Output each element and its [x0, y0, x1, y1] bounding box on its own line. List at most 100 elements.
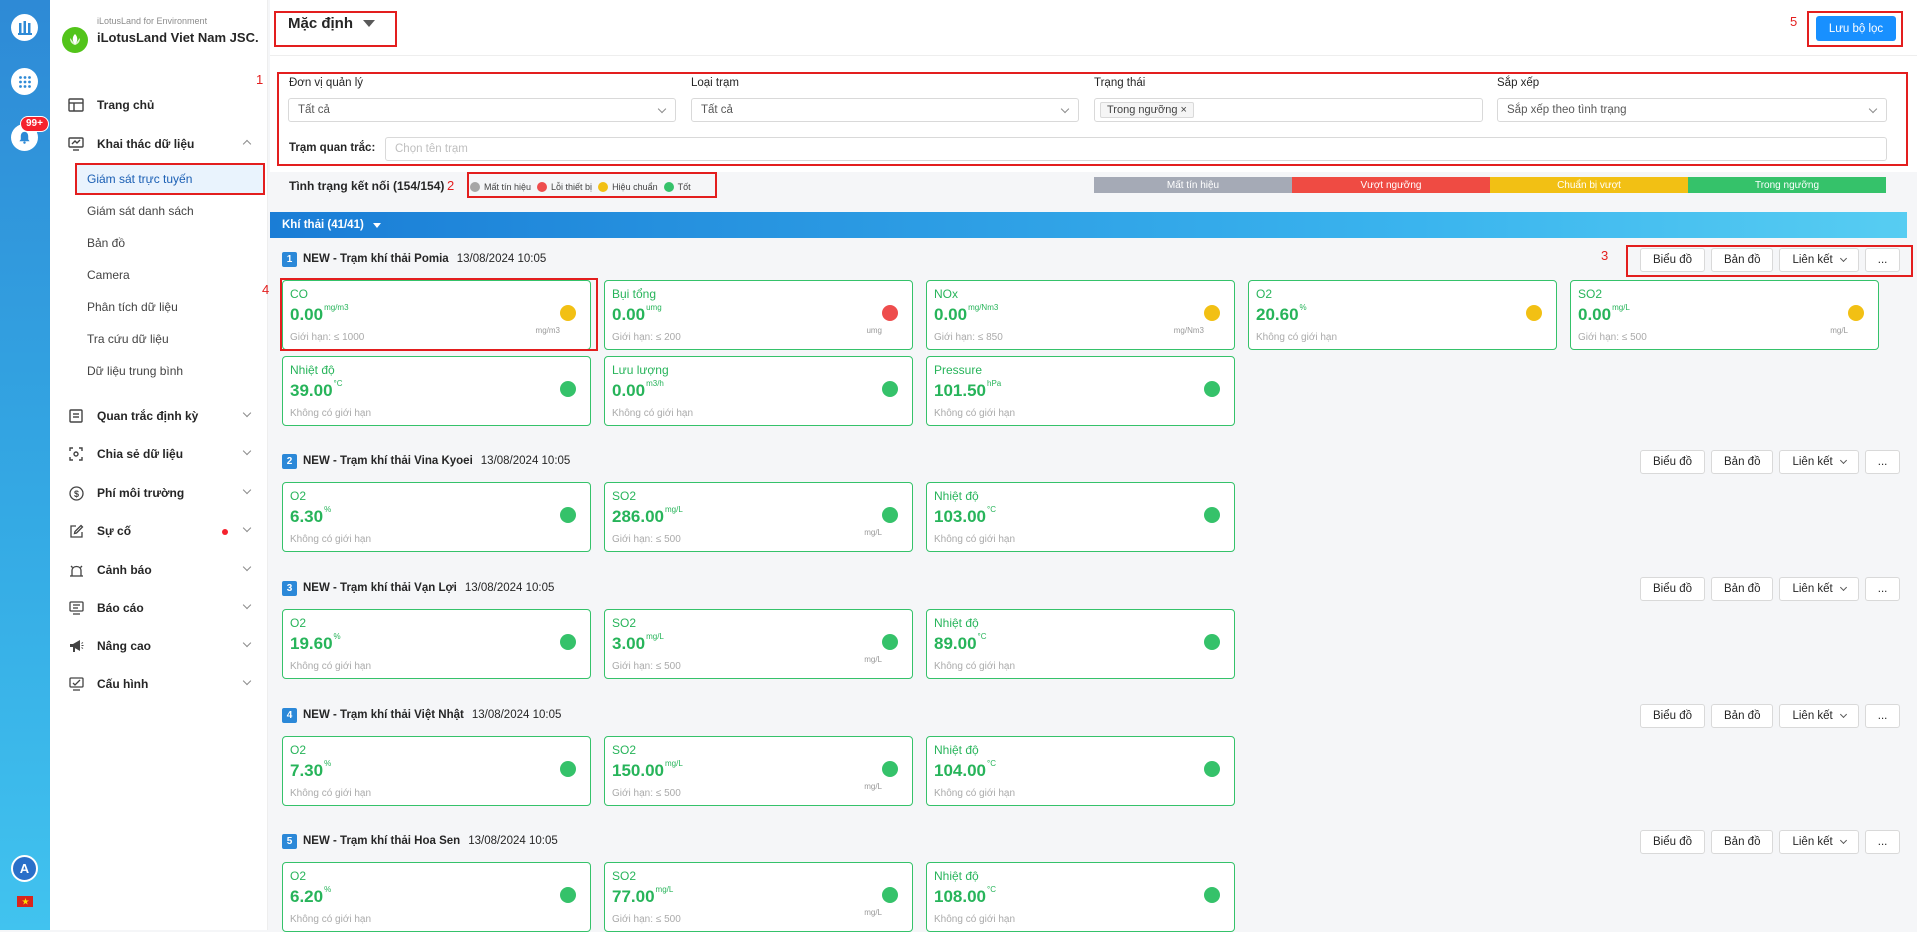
parameter-card[interactable]: O2 6.30% Không có giới hạn: [282, 482, 591, 552]
parameter-name: Lưu lượng: [612, 363, 669, 377]
parameter-card[interactable]: Nhiệt độ 104.00°C Không có giới hạn: [926, 736, 1235, 806]
status-bar-segment[interactable]: Chuẩn bị vượt: [1490, 177, 1688, 193]
close-icon[interactable]: ×: [1181, 104, 1187, 116]
submenu-average-data[interactable]: Dữ liệu trung bình: [87, 357, 277, 385]
parameter-value-wrap: 0.00mg/m3: [290, 303, 349, 325]
parameter-card[interactable]: Nhiệt độ 103.00°C Không có giới hạn: [926, 482, 1235, 552]
parameter-card[interactable]: Pressure 101.50hPa Không có giới hạn: [926, 356, 1235, 426]
link-dropdown-button[interactable]: Liên kết: [1779, 450, 1859, 474]
menu-share[interactable]: Chia sẻ dữ liệu: [50, 439, 268, 469]
link-dropdown-button[interactable]: Liên kết: [1779, 577, 1859, 601]
report-monitor-icon: [67, 599, 85, 617]
map-button[interactable]: Bản đồ: [1711, 248, 1774, 272]
parameter-card[interactable]: Nhiệt độ 39.00°C Không có giới hạn: [282, 356, 591, 426]
parameter-value: 104.00: [934, 761, 986, 780]
link-label: Liên kết: [1792, 710, 1833, 722]
menu-advanced[interactable]: Nâng cao: [50, 631, 268, 661]
chart-button[interactable]: Biểu đồ: [1640, 577, 1706, 601]
submenu-map[interactable]: Bản đồ: [87, 229, 277, 257]
more-button[interactable]: ...: [1864, 450, 1901, 474]
status-bar-segment[interactable]: Trong ngưỡng: [1688, 177, 1886, 193]
station-header[interactable]: 4 NEW - Trạm khí thải Việt Nhật 13/08/2024…: [282, 706, 561, 724]
map-button[interactable]: Bản đồ: [1711, 704, 1774, 728]
map-button[interactable]: Bản đồ: [1711, 577, 1774, 601]
submenu-data-lookup[interactable]: Tra cứu dữ liệu: [87, 325, 277, 353]
group-header-emission[interactable]: Khí thải (41/41): [270, 212, 1907, 238]
parameter-value-wrap: 3.00mg/L: [612, 632, 664, 654]
station-number: 1: [282, 251, 297, 267]
status-dot-icon: [1204, 507, 1220, 523]
link-dropdown-button[interactable]: Liên kết: [1779, 704, 1859, 728]
save-filter-button[interactable]: Lưu bộ lọc: [1816, 16, 1896, 41]
app-logo-icon[interactable]: [11, 14, 38, 41]
menu-data-mining[interactable]: Khai thác dữ liệu: [50, 129, 268, 159]
station-header[interactable]: 3 NEW - Trạm khí thải Vạn Lợi 13/08/2024 1…: [282, 579, 554, 597]
station-header[interactable]: 1 NEW - Trạm khí thải Pomia 13/08/2024 10:…: [282, 250, 546, 268]
status-select[interactable]: Trong ngưỡng ×: [1094, 98, 1483, 122]
menu-periodic[interactable]: Quan trắc định kỳ: [50, 401, 268, 431]
status-dot-icon: [560, 381, 576, 397]
parameter-card[interactable]: NOx 0.00mg/Nm3 Giới hạn: ≤ 850 mg/Nm3: [926, 280, 1235, 350]
chart-button[interactable]: Biểu đồ: [1640, 830, 1706, 854]
menu-home[interactable]: Trang chủ: [50, 90, 268, 120]
menu-fee[interactable]: $ Phí môi trường: [50, 478, 268, 508]
parameter-card[interactable]: Lưu lượng 0.00m3/h Không có giới hạn: [604, 356, 913, 426]
parameter-card[interactable]: Nhiệt độ 89.00°C Không có giới hạn: [926, 609, 1235, 679]
type-select[interactable]: Tất cả: [691, 98, 1079, 122]
map-button[interactable]: Bản đồ: [1711, 830, 1774, 854]
unit-select[interactable]: Tất cả: [288, 98, 676, 122]
submenu-camera[interactable]: Camera: [87, 261, 277, 289]
parameter-card[interactable]: O2 19.60% Không có giới hạn: [282, 609, 591, 679]
menu-incident[interactable]: Sự cố: [50, 516, 268, 546]
menu-config[interactable]: Cấu hình: [50, 669, 268, 699]
chart-button[interactable]: Biểu đồ: [1640, 248, 1706, 272]
sort-select[interactable]: Sắp xếp theo tình trạng: [1497, 98, 1887, 122]
parameter-unit: mg/L: [1612, 303, 1630, 312]
parameter-value: 39.00: [290, 381, 333, 400]
parameter-card[interactable]: SO2 3.00mg/L Giới hạn: ≤ 500 mg/L: [604, 609, 913, 679]
more-button[interactable]: ...: [1864, 704, 1901, 728]
station-search-input[interactable]: Chọn tên trạm: [385, 137, 1887, 161]
parameter-card[interactable]: SO2 150.00mg/L Giới hạn: ≤ 500 mg/L: [604, 736, 913, 806]
more-button[interactable]: ...: [1864, 248, 1901, 272]
user-avatar[interactable]: A: [11, 855, 38, 882]
parameter-card[interactable]: Bụi tổng 0.00umg Giới hạn: ≤ 200 umg: [604, 280, 913, 350]
parameter-card[interactable]: O2 7.30% Không có giới hạn: [282, 736, 591, 806]
chart-button[interactable]: Biểu đồ: [1640, 450, 1706, 474]
parameter-card[interactable]: SO2 77.00mg/L Giới hạn: ≤ 500 mg/L: [604, 862, 913, 932]
apps-grid-icon[interactable]: [11, 68, 38, 95]
station-number: 2: [282, 453, 297, 469]
parameter-value-wrap: 0.00m3/h: [612, 379, 664, 401]
map-button[interactable]: Bản đồ: [1711, 450, 1774, 474]
parameter-card[interactable]: O2 20.60% Không có giới hạn: [1248, 280, 1557, 350]
station-time: 13/08/2024 10:05: [456, 253, 547, 265]
submenu-list-monitoring[interactable]: Giám sát danh sách: [87, 197, 277, 225]
status-bar-segment[interactable]: Vượt ngưỡng: [1292, 177, 1490, 193]
parameter-value-wrap: 104.00°C: [934, 759, 996, 781]
more-button[interactable]: ...: [1864, 830, 1901, 854]
station-header[interactable]: 2 NEW - Trạm khí thải Vina Kyoei 13/08/202…: [282, 452, 570, 470]
parameter-card[interactable]: CO 0.00mg/m3 Giới hạn: ≤ 1000 mg/m3: [282, 280, 591, 350]
status-bar-segment[interactable]: Mất tín hiệu: [1094, 177, 1292, 193]
vietnam-flag-icon[interactable]: [17, 896, 33, 907]
parameter-card[interactable]: Nhiệt độ 108.00°C Không có giới hạn: [926, 862, 1235, 932]
parameter-card[interactable]: O2 6.20% Không có giới hạn: [282, 862, 591, 932]
legend-item: Hiệu chuẩn: [598, 182, 658, 192]
chart-button[interactable]: Biểu đồ: [1640, 704, 1706, 728]
menu-report[interactable]: Báo cáo: [50, 593, 268, 623]
submenu-live-monitoring[interactable]: Giám sát trực tuyến: [77, 165, 265, 193]
link-dropdown-button[interactable]: Liên kết: [1779, 830, 1859, 854]
link-dropdown-button[interactable]: Liên kết: [1779, 248, 1859, 272]
parameter-limit: Không có giới hạn: [290, 408, 372, 419]
station-header[interactable]: 5 NEW - Trạm khí thải Hoa Sen 13/08/2024 1…: [282, 832, 558, 850]
submenu-data-analysis[interactable]: Phân tích dữ liệu: [87, 293, 277, 321]
parameter-card[interactable]: SO2 0.00mg/L Giới hạn: ≤ 500 mg/L: [1570, 280, 1879, 350]
chevron-down-icon: [1839, 456, 1847, 465]
preset-dropdown[interactable]: Mặc định: [288, 15, 376, 32]
parameter-card[interactable]: SO2 286.00mg/L Giới hạn: ≤ 500 mg/L: [604, 482, 913, 552]
parameter-limit: Không có giới hạn: [1256, 332, 1338, 343]
brand-name[interactable]: iLotusLand Viet Nam JSC.: [97, 29, 262, 46]
menu-alert[interactable]: Cảnh báo: [50, 555, 268, 585]
more-button[interactable]: ...: [1864, 577, 1901, 601]
notification-count-badge: 99+: [20, 116, 49, 132]
